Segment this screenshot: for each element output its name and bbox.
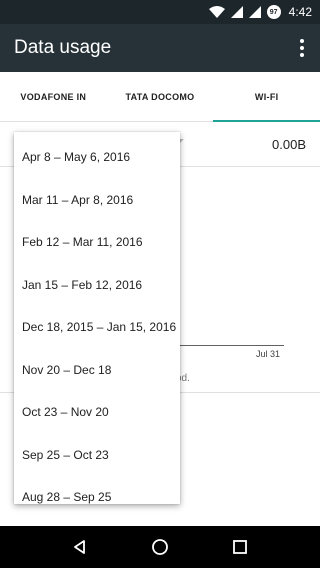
status-time: 4:42 <box>288 5 312 19</box>
tab-wifi[interactable]: WI-FI <box>213 72 320 122</box>
chart-end-label: Jul 31 <box>256 349 281 359</box>
dropdown-item[interactable]: Jan 15 – Feb 12, 2016 <box>14 264 180 307</box>
dropdown-item[interactable]: Apr 8 – May 6, 2016 <box>14 136 180 179</box>
wifi-icon <box>208 6 225 18</box>
dropdown-item[interactable]: Nov 20 – Dec 18 <box>14 349 180 392</box>
tab-tata-docomo[interactable]: TATA DOCOMO <box>107 72 214 121</box>
dropdown-item[interactable]: Sep 25 – Oct 23 <box>14 434 180 477</box>
cycle-dropdown: Apr 8 – May 6, 2016 Mar 11 – Apr 8, 2016… <box>14 132 180 504</box>
dropdown-item[interactable]: Dec 18, 2015 – Jan 15, 2016 <box>14 306 180 349</box>
dropdown-item[interactable]: Aug 28 – Sep 25 <box>14 476 180 504</box>
signal-icon <box>230 6 243 18</box>
status-bar: 97 4:42 <box>0 0 320 24</box>
dropdown-item[interactable]: Oct 23 – Nov 20 <box>14 391 180 434</box>
dropdown-item[interactable]: Mar 11 – Apr 8, 2016 <box>14 179 180 222</box>
more-vert-icon[interactable] <box>296 36 308 60</box>
usage-value: 0.00B <box>272 137 306 152</box>
tab-bar: VODAFONE IN TATA DOCOMO WI-FI <box>0 72 320 122</box>
battery-icon: 97 <box>266 5 281 19</box>
page-title: Data usage <box>14 37 112 58</box>
back-icon[interactable] <box>60 526 100 568</box>
dropdown-item[interactable]: Feb 12 – Mar 11, 2016 <box>14 221 180 264</box>
app-bar: Data usage <box>0 24 320 72</box>
recents-icon[interactable] <box>220 526 260 568</box>
navigation-bar <box>0 526 320 568</box>
home-icon[interactable] <box>140 526 180 568</box>
signal-icon <box>248 6 261 18</box>
tab-vodafone[interactable]: VODAFONE IN <box>0 72 107 121</box>
